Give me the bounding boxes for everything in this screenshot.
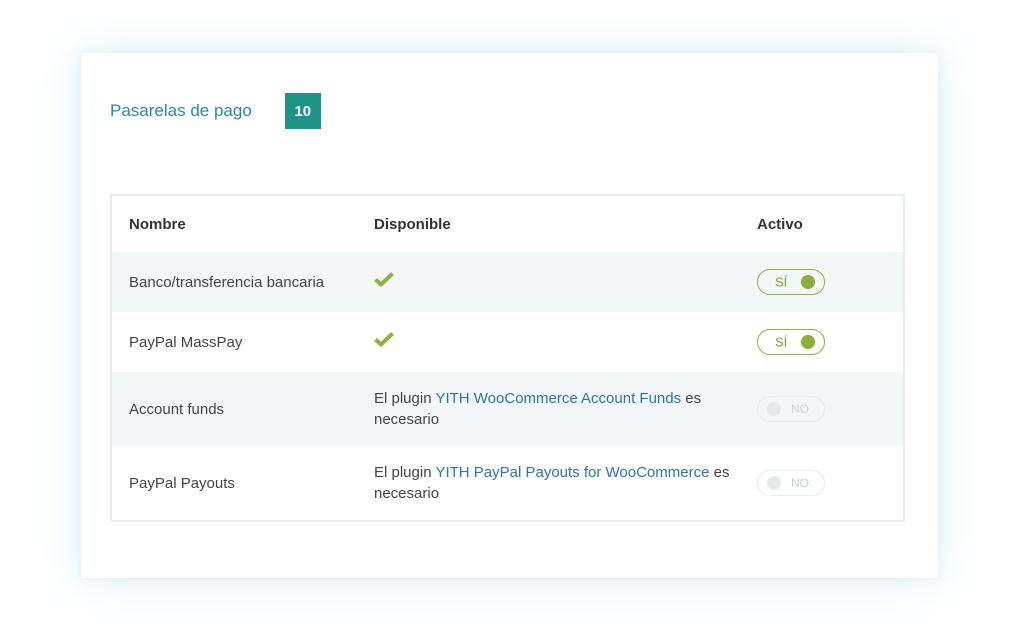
toggle-knob (801, 275, 815, 289)
active-cell: SÍ (757, 329, 903, 355)
check-icon (374, 272, 394, 287)
plugin-link[interactable]: YITH WooCommerce Account Funds (435, 390, 681, 407)
check-icon (374, 332, 394, 347)
table-row: Banco/transferencia bancaria SÍ (112, 252, 903, 312)
active-toggle[interactable]: NO (757, 396, 825, 422)
gateway-name: Banco/transferencia bancaria (129, 273, 325, 291)
toggle-knob (767, 476, 781, 490)
available-cell (374, 271, 757, 293)
toggle-label: SÍ (775, 274, 788, 290)
gateway-count-badge: 10 (284, 93, 321, 129)
table-row: PayPal Payouts El plugin YITH PayPal Pay… (112, 446, 903, 520)
active-cell: NO (757, 470, 903, 496)
active-cell: NO (757, 396, 903, 422)
toggle-label: SÍ (775, 334, 788, 350)
active-toggle[interactable]: NO (757, 470, 825, 496)
table-row: PayPal MassPay SÍ (112, 312, 903, 372)
toggle-label: NO (791, 402, 809, 416)
column-header-name: Nombre (129, 215, 186, 233)
plugin-link[interactable]: YITH PayPal Payouts for WooCommerce (435, 464, 709, 481)
payment-gateways-card: Pasarelas de pago 10 Nombre Disponible A… (81, 53, 938, 578)
available-cell: El plugin YITH WooCommerce Account Funds… (374, 388, 757, 430)
available-cell (374, 331, 757, 353)
plugin-required-prefix: El plugin (374, 464, 432, 481)
toggle-knob (801, 335, 815, 349)
gateway-name: Account funds (129, 400, 225, 418)
table-header-row: Nombre Disponible Activo (112, 196, 903, 252)
card-header: Pasarelas de pago 10 (110, 93, 321, 129)
active-cell: SÍ (757, 269, 903, 295)
gateways-table: Nombre Disponible Activo Banco/transfere… (110, 194, 905, 522)
column-header-active: Activo (757, 215, 803, 233)
column-header-available: Disponible (374, 215, 451, 233)
active-toggle[interactable]: SÍ (757, 329, 825, 355)
active-toggle[interactable]: SÍ (757, 269, 825, 295)
plugin-required-prefix: El plugin (374, 390, 432, 407)
page-title: Pasarelas de pago (110, 101, 252, 120)
gateway-name: PayPal MassPay (129, 333, 243, 351)
gateway-name: PayPal Payouts (129, 474, 235, 492)
available-cell: El plugin YITH PayPal Payouts for WooCom… (374, 462, 757, 504)
toggle-knob (767, 402, 781, 416)
table-row: Account funds El plugin YITH WooCommerce… (112, 372, 903, 446)
toggle-label: NO (791, 476, 809, 490)
